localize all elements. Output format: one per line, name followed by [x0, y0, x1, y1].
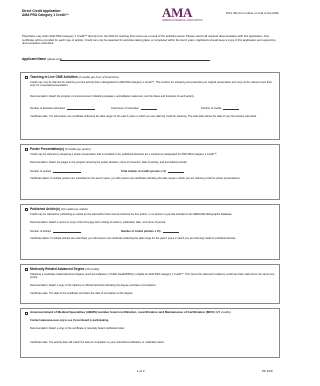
applicant-name-label: Applicant Name	[22, 57, 47, 61]
teaching-subtitle: (2 credits per hour of instruction)	[78, 75, 119, 79]
abms-documentation: Documentation: Attach a copy of the cert…	[30, 327, 125, 330]
degree-title: Medically Related Advanced Degree (25 cr…	[30, 267, 99, 271]
poster-body: Credit may be claimed by preparing a pos…	[30, 153, 218, 156]
articles-subtitle: (10 credits per article)	[60, 207, 88, 211]
teaching-documentation: Documentation: Attach the program or ann…	[30, 95, 195, 98]
articles-credits-label: Number of credits (articles x 10)	[121, 230, 161, 233]
teaching-activities-field[interactable]: Number of activities submitted	[30, 107, 95, 110]
section-advanced-degree: Medically Related Advanced Degree (25 cr…	[20, 264, 280, 304]
form-header: Direct Credit Application AMA PRA Catego…	[22, 9, 132, 17]
articles-title: Published Article(s) (10 credits per art…	[30, 207, 88, 211]
articles-checkbox[interactable]	[25, 208, 28, 211]
poster-count-field[interactable]: Number of posters	[30, 170, 82, 173]
section-articles: Published Article(s) (10 credits per art…	[20, 204, 280, 260]
articles-count-label: Number of articles	[30, 230, 52, 233]
degree-title-text: Medically Related Advanced Degree	[30, 267, 85, 271]
abms-title-text: American Board of Medical Specialties (A…	[30, 310, 215, 314]
section-abms: American Board of Medical Specialties (A…	[20, 308, 280, 358]
print-instructions: Print this form online or mail to the AM…	[226, 11, 279, 15]
abms-body: Contact www.ama-assn.org to see if your …	[30, 319, 109, 322]
articles-title-text: Published Article(s)	[30, 207, 60, 211]
abms-checkbox[interactable]	[25, 312, 28, 315]
articles-count-field[interactable]: Number of articles	[30, 230, 82, 233]
poster-certificate-date: Certificate dates: If multiple posters a…	[30, 177, 241, 180]
poster-credits-field[interactable]: Total number of credits (posters x 5)	[121, 170, 184, 173]
poster-documentation: Documentation: Attach the pages in the p…	[30, 161, 188, 164]
teaching-body: Credit may only be claimed for teaching …	[30, 81, 272, 88]
poster-title-text: Poster Presentation(s)	[30, 147, 65, 151]
poster-subtitle: (5 credits per poster)	[64, 147, 91, 151]
articles-certificate-date: Certificate dates: If multiple articles …	[30, 237, 237, 240]
intro-paragraph: Physicians may claim AMA PRA Category 1 …	[22, 34, 276, 46]
articles-body: Credit may be claimed for publishing an …	[30, 213, 233, 216]
poster-title: Poster Presentation(s) (5 credits per po…	[30, 147, 91, 151]
teaching-certificate-date: Certificate date: You will receive one c…	[30, 115, 257, 118]
page-number: 1 of 2	[137, 369, 145, 373]
form-code: PF 2/09	[262, 369, 273, 373]
applicant-name-field[interactable]	[60, 60, 210, 61]
teaching-title: Teaching in Live CME Activities (2 credi…	[30, 75, 119, 79]
degree-body: Obtaining a medically related advanced d…	[30, 273, 275, 280]
applicant-name-row: Applicant Name (please print)	[22, 57, 280, 61]
form-subtitle: AMA PRA Category 1 Credit™	[22, 13, 69, 18]
teaching-hours-field[interactable]: Total hours of instruction	[111, 107, 158, 110]
articles-credits-field[interactable]: Number of credits (articles x 10)	[121, 230, 179, 233]
teaching-credits-label: Number of credits	[201, 107, 222, 110]
section-poster: Poster Presentation(s) (5 credits per po…	[20, 144, 280, 200]
abms-certificate-date: Certificate date: The activity date will…	[30, 341, 165, 344]
section-teaching: Teaching in Live CME Activities (2 credi…	[20, 72, 280, 140]
abms-title: American Board of Medical Specialties (A…	[30, 310, 276, 315]
teaching-credits-field[interactable]: Number of credits	[201, 107, 240, 110]
ama-logo: AMA AMERICAN MEDICAL ASSOCIATION	[162, 5, 214, 22]
degree-documentation: Documentation: Attach a copy of the dipl…	[30, 284, 157, 287]
articles-documentation: Documentation: Attach a reprint or copy …	[30, 221, 166, 224]
degree-certificate-date: Certificate date: The date of the certif…	[30, 292, 134, 295]
logo-subtext: AMERICAN MEDICAL ASSOCIATION	[162, 19, 203, 22]
poster-count-label: Number of posters	[30, 170, 52, 173]
application-page: Direct Credit Application AMA PRA Catego…	[0, 0, 298, 386]
degree-checkbox[interactable]	[25, 268, 28, 271]
poster-checkbox[interactable]	[25, 148, 28, 151]
teaching-title-text: Teaching in Live CME Activities	[30, 75, 78, 79]
degree-subtitle: (25 credits)	[85, 267, 100, 271]
abms-subtitle: (25 credits)	[215, 310, 231, 314]
teaching-activities-label: Number of activities submitted	[30, 107, 65, 110]
teaching-hours-label: Total hours of instruction	[111, 107, 140, 110]
poster-credits-label: Total number of credits (posters x 5)	[121, 170, 166, 173]
teaching-checkbox[interactable]	[25, 76, 28, 79]
